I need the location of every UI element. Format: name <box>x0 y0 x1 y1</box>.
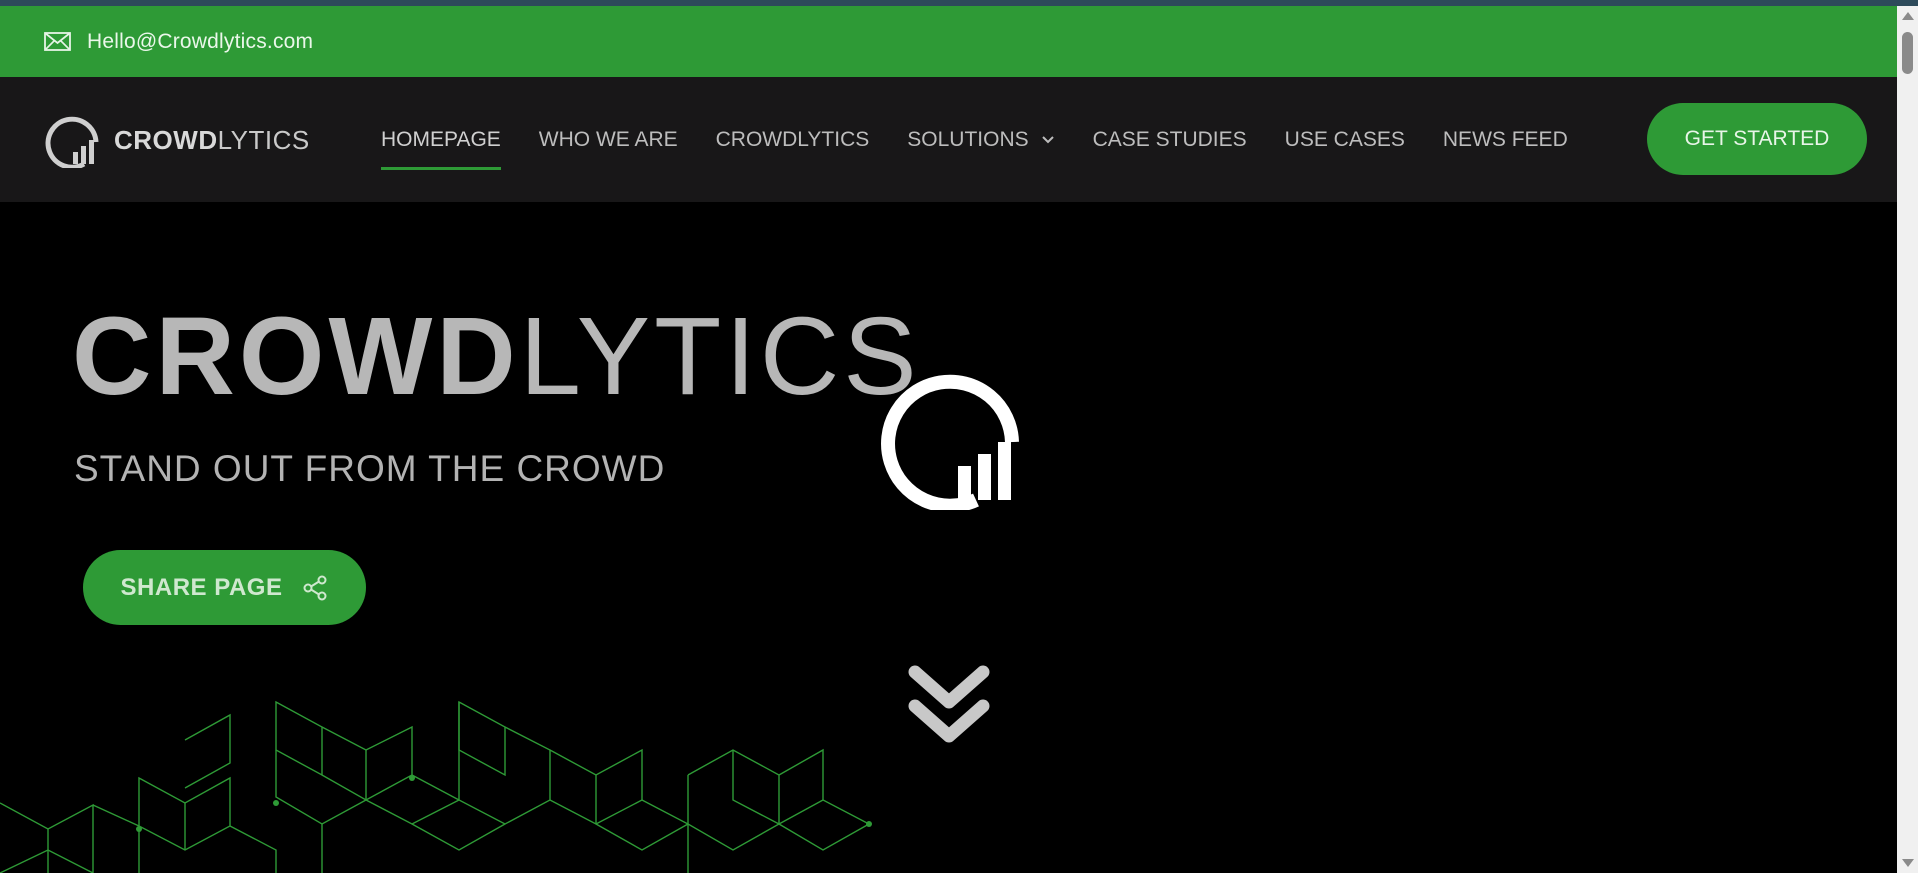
decorative-isometric-pattern <box>0 700 872 873</box>
mail-icon <box>44 32 71 51</box>
crowdlytics-logo-icon <box>45 116 99 168</box>
scroll-down-chevron-icon[interactable] <box>905 660 993 750</box>
nav-item-crowdlytics[interactable]: CROWDLYTICS <box>716 77 870 202</box>
nav-item-who-we-are[interactable]: WHO WE ARE <box>539 77 678 202</box>
nav-item-news-feed[interactable]: NEWS FEED <box>1443 77 1568 202</box>
page-scrollbar[interactable] <box>1897 6 1918 873</box>
nav-item-case-studies[interactable]: CASE STUDIES <box>1093 77 1247 202</box>
contact-bar: Hello@Crowdlytics.com <box>0 6 1897 77</box>
nav-item-homepage[interactable]: HOMEPAGE <box>381 77 501 202</box>
main-navbar: CROWDLYTICS HOMEPAGE WHO WE ARE CROWDLYT… <box>0 77 1897 202</box>
nav-item-solutions[interactable]: SOLUTIONS <box>907 77 1054 202</box>
hero-title: CROWDLYTICS <box>72 295 921 418</box>
chevron-down-icon <box>1041 135 1055 145</box>
logo-wordmark: CROWDLYTICS <box>114 124 310 155</box>
site-logo[interactable]: CROWDLYTICS <box>44 112 310 168</box>
share-icon <box>302 575 328 601</box>
share-page-label: SHARE PAGE <box>120 573 283 601</box>
crowdlytics-hero-logo-icon <box>881 374 1019 510</box>
get-started-button[interactable]: GET STARTED <box>1647 103 1867 175</box>
main-navigation: HOMEPAGE WHO WE ARE CROWDLYTICS SOLUTION… <box>381 77 1606 202</box>
scroll-up-arrow-icon[interactable] <box>1902 12 1914 20</box>
scroll-down-arrow-icon[interactable] <box>1902 859 1914 867</box>
scrollbar-thumb[interactable] <box>1902 32 1913 74</box>
share-page-button[interactable]: SHARE PAGE <box>83 550 366 625</box>
hero-tagline: STAND OUT FROM THE CROWD <box>74 448 666 489</box>
contact-email-link[interactable]: Hello@Crowdlytics.com <box>87 30 313 54</box>
nav-item-use-cases[interactable]: USE CASES <box>1285 77 1405 202</box>
